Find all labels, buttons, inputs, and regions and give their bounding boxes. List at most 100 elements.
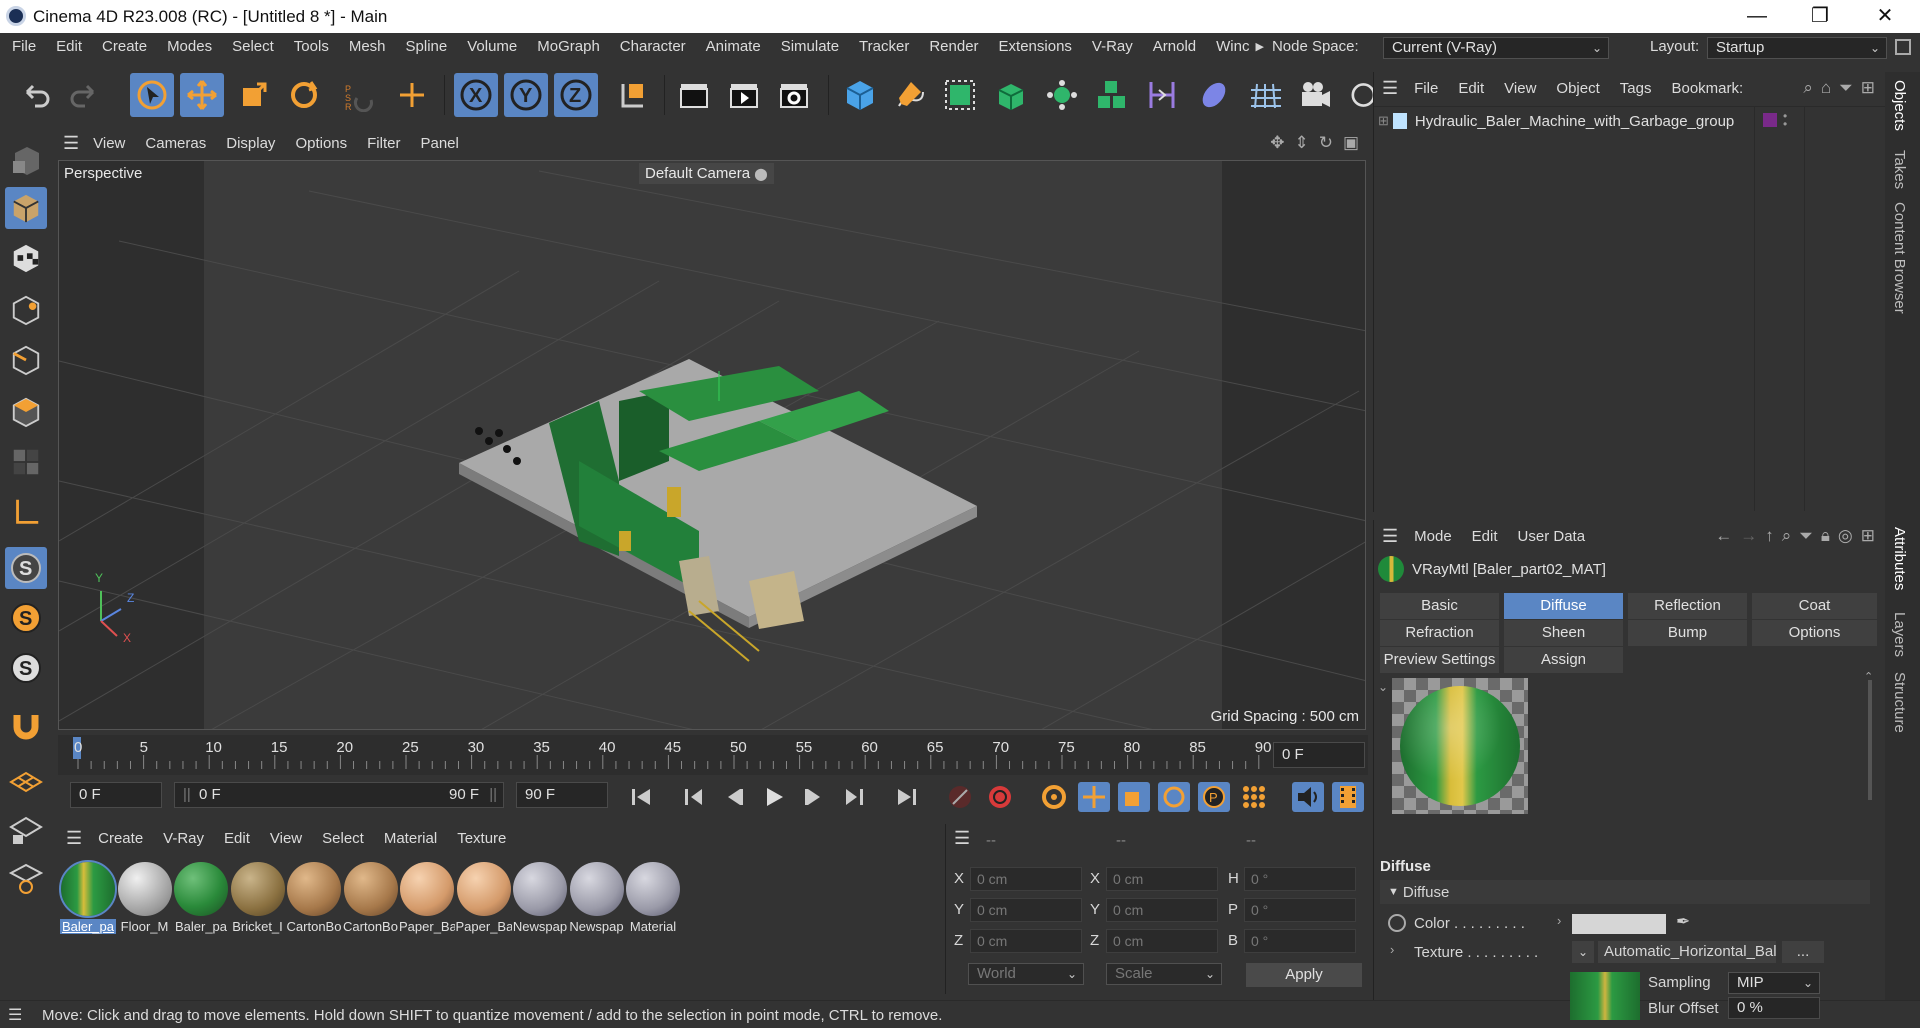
material-item[interactable]: Paper_Ba [399, 862, 455, 934]
object-menu-edit[interactable]: Edit [1458, 80, 1484, 97]
menu-edit[interactable]: Edit [56, 38, 82, 55]
material-menu-view[interactable]: View [270, 830, 302, 847]
texture-mode-button[interactable] [5, 237, 47, 279]
object-menu-view[interactable]: View [1504, 80, 1536, 97]
preview-collapse-icon[interactable]: ⌄ [1378, 680, 1388, 694]
side-tab-structure[interactable]: Structure [1891, 672, 1908, 733]
go-to-start-button[interactable] [626, 782, 658, 812]
tab-sheen[interactable]: Sheen [1504, 620, 1624, 646]
material-item[interactable]: Baler_pa [173, 862, 229, 934]
animate-radio-icon[interactable] [1388, 914, 1406, 932]
next-frame-button[interactable] [798, 782, 830, 812]
render-to-picture-viewer-button[interactable] [722, 73, 766, 117]
key-rotation-button[interactable] [1158, 782, 1190, 812]
play-button[interactable] [758, 782, 790, 812]
subdivision-surface-button[interactable] [938, 73, 982, 117]
autokey-button[interactable] [984, 782, 1016, 812]
filter-icon[interactable]: ⏷ [1799, 526, 1813, 546]
material-item[interactable]: Bricket_I [230, 862, 286, 934]
viewport-menu-filter[interactable]: Filter [367, 135, 400, 152]
attr-menu-user-data[interactable]: User Data [1518, 528, 1586, 545]
texture-more-button[interactable]: ... [1782, 941, 1824, 963]
tab-diffuse[interactable]: Diffuse [1504, 593, 1624, 619]
key-pla-button[interactable] [1238, 782, 1270, 812]
hamburger-menu-icon[interactable]: ☰ [1382, 526, 1398, 547]
menu-vray[interactable]: V-Ray [1092, 38, 1133, 55]
tab-reflection[interactable]: Reflection [1628, 593, 1748, 619]
cloner-button[interactable] [1040, 73, 1084, 117]
hamburger-menu-icon[interactable]: ☰ [63, 133, 79, 154]
light-button[interactable] [1344, 73, 1374, 117]
menu-modes[interactable]: Modes [167, 38, 212, 55]
locked-workplane-button[interactable] [5, 809, 47, 851]
redo-button[interactable] [62, 73, 106, 117]
size-z-field[interactable]: 0 cm [1106, 929, 1218, 953]
pen-button[interactable] [888, 73, 932, 117]
material-item[interactable]: Baler_pa [59, 860, 117, 934]
object-menu-bookmarks[interactable]: Bookmark: [1671, 80, 1743, 97]
scale-tool-button[interactable] [232, 73, 276, 117]
viewport-menu-options[interactable]: Options [295, 135, 347, 152]
psr-button[interactable]: PSR [336, 73, 380, 117]
hamburger-menu-icon[interactable]: ☰ [8, 1005, 22, 1025]
back-arrow-icon[interactable]: ← [1715, 526, 1732, 546]
hamburger-menu-icon[interactable]: ☰ [954, 828, 970, 849]
mograph-cloner-button[interactable] [1090, 73, 1134, 117]
solo-hierarchy-button[interactable]: S [5, 597, 47, 639]
recent-tool-button[interactable] [390, 73, 434, 117]
material-item[interactable]: Material [625, 862, 681, 934]
apply-button[interactable]: Apply [1246, 963, 1362, 987]
planar-workplane-button[interactable] [5, 857, 47, 899]
diffuse-group-header[interactable]: ▼ Diffuse [1380, 880, 1870, 904]
position-z-field[interactable]: 0 cm [970, 929, 1082, 953]
key-scale-button[interactable] [1118, 782, 1150, 812]
size-y-field[interactable]: 0 cm [1106, 898, 1218, 922]
menu-spline[interactable]: Spline [406, 38, 448, 55]
menu-arnold[interactable]: Arnold [1153, 38, 1196, 55]
menu-window[interactable]: Winc [1216, 38, 1249, 55]
hamburger-menu-icon[interactable]: ☰ [1382, 78, 1398, 99]
visibility-dots-icon[interactable]: • • [1783, 110, 1787, 130]
render-view-button[interactable] [672, 73, 716, 117]
object-menu-tags[interactable]: Tags [1620, 80, 1652, 97]
viewport-menu-cameras[interactable]: Cameras [145, 135, 206, 152]
object-menu-file[interactable]: File [1414, 80, 1438, 97]
coordinate-space-select[interactable]: World ⌄ [968, 963, 1084, 985]
scrollbar[interactable] [1868, 680, 1872, 800]
menu-mograph[interactable]: MoGraph [537, 38, 600, 55]
forward-arrow-icon[interactable]: → [1740, 526, 1757, 546]
tab-assign[interactable]: Assign [1504, 647, 1624, 673]
material-menu-select[interactable]: Select [322, 830, 364, 847]
camera-button[interactable] [1294, 73, 1338, 117]
menu-animate[interactable]: Animate [706, 38, 761, 55]
y-axis-lock-button[interactable]: Y [504, 73, 548, 117]
tab-bump[interactable]: Bump [1628, 620, 1748, 646]
move-tool-button[interactable] [180, 73, 224, 117]
tree-row-object[interactable]: ⊞ Hydraulic_Baler_Machine_with_Garbage_g… [1378, 109, 1878, 133]
size-mode-select[interactable]: Scale ⌄ [1106, 963, 1222, 985]
camera-label[interactable]: Default Camera ⬤ [639, 163, 774, 184]
material-preview[interactable] [1392, 678, 1528, 814]
tab-options[interactable]: Options [1752, 620, 1878, 646]
floor-button[interactable] [1244, 73, 1288, 117]
coordinate-system-button[interactable] [610, 73, 654, 117]
home-icon[interactable]: ⌂ [1821, 78, 1831, 98]
menu-mesh[interactable]: Mesh [349, 38, 386, 55]
axis-mode-button[interactable] [5, 491, 47, 533]
previous-key-button[interactable] [678, 782, 710, 812]
sound-button[interactable] [1292, 782, 1324, 812]
x-axis-lock-button[interactable]: X [454, 73, 498, 117]
material-item[interactable]: Floor_M [117, 862, 173, 934]
make-editable-button[interactable] [5, 139, 47, 181]
new-view-icon[interactable]: ⊞ [1861, 78, 1875, 98]
orbit-view-icon[interactable]: ↻ [1319, 133, 1333, 153]
blur-offset-field[interactable]: 0 % [1728, 997, 1820, 1019]
material-menu-material[interactable]: Material [384, 830, 437, 847]
target-icon[interactable]: ◎ [1838, 526, 1853, 546]
position-y-field[interactable]: 0 cm [970, 898, 1082, 922]
uv-mode-button[interactable] [5, 441, 47, 483]
menu-tracker[interactable]: Tracker [859, 38, 909, 55]
side-tab-layers[interactable]: Layers [1891, 612, 1908, 657]
undo-button[interactable] [14, 73, 58, 117]
texture-dropdown-button[interactable]: ⌄ [1572, 941, 1594, 963]
